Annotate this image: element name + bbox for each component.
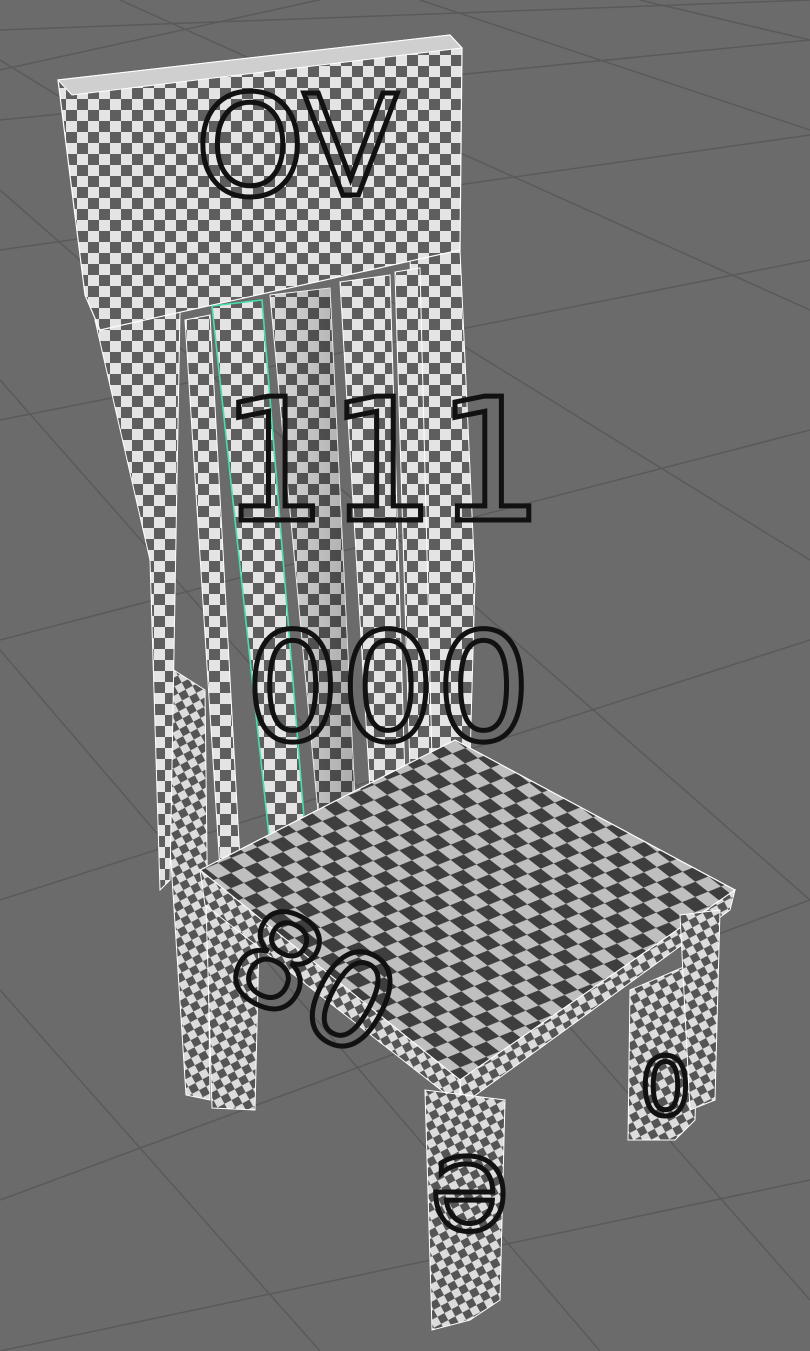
uv-label-slats: 111 — [220, 363, 544, 561]
front-right-leg: Ə — [424, 1089, 511, 1331]
3d-viewport[interactable]: 0 111 000 OV 80 Ə — [0, 0, 810, 1351]
uv-label-back-leg: 0 — [640, 1041, 691, 1134]
uv-label-slats-lower: 000 — [245, 602, 531, 776]
uv-label-front-leg: Ə — [430, 1137, 509, 1254]
uv-label-top-rail: OV — [195, 66, 399, 229]
